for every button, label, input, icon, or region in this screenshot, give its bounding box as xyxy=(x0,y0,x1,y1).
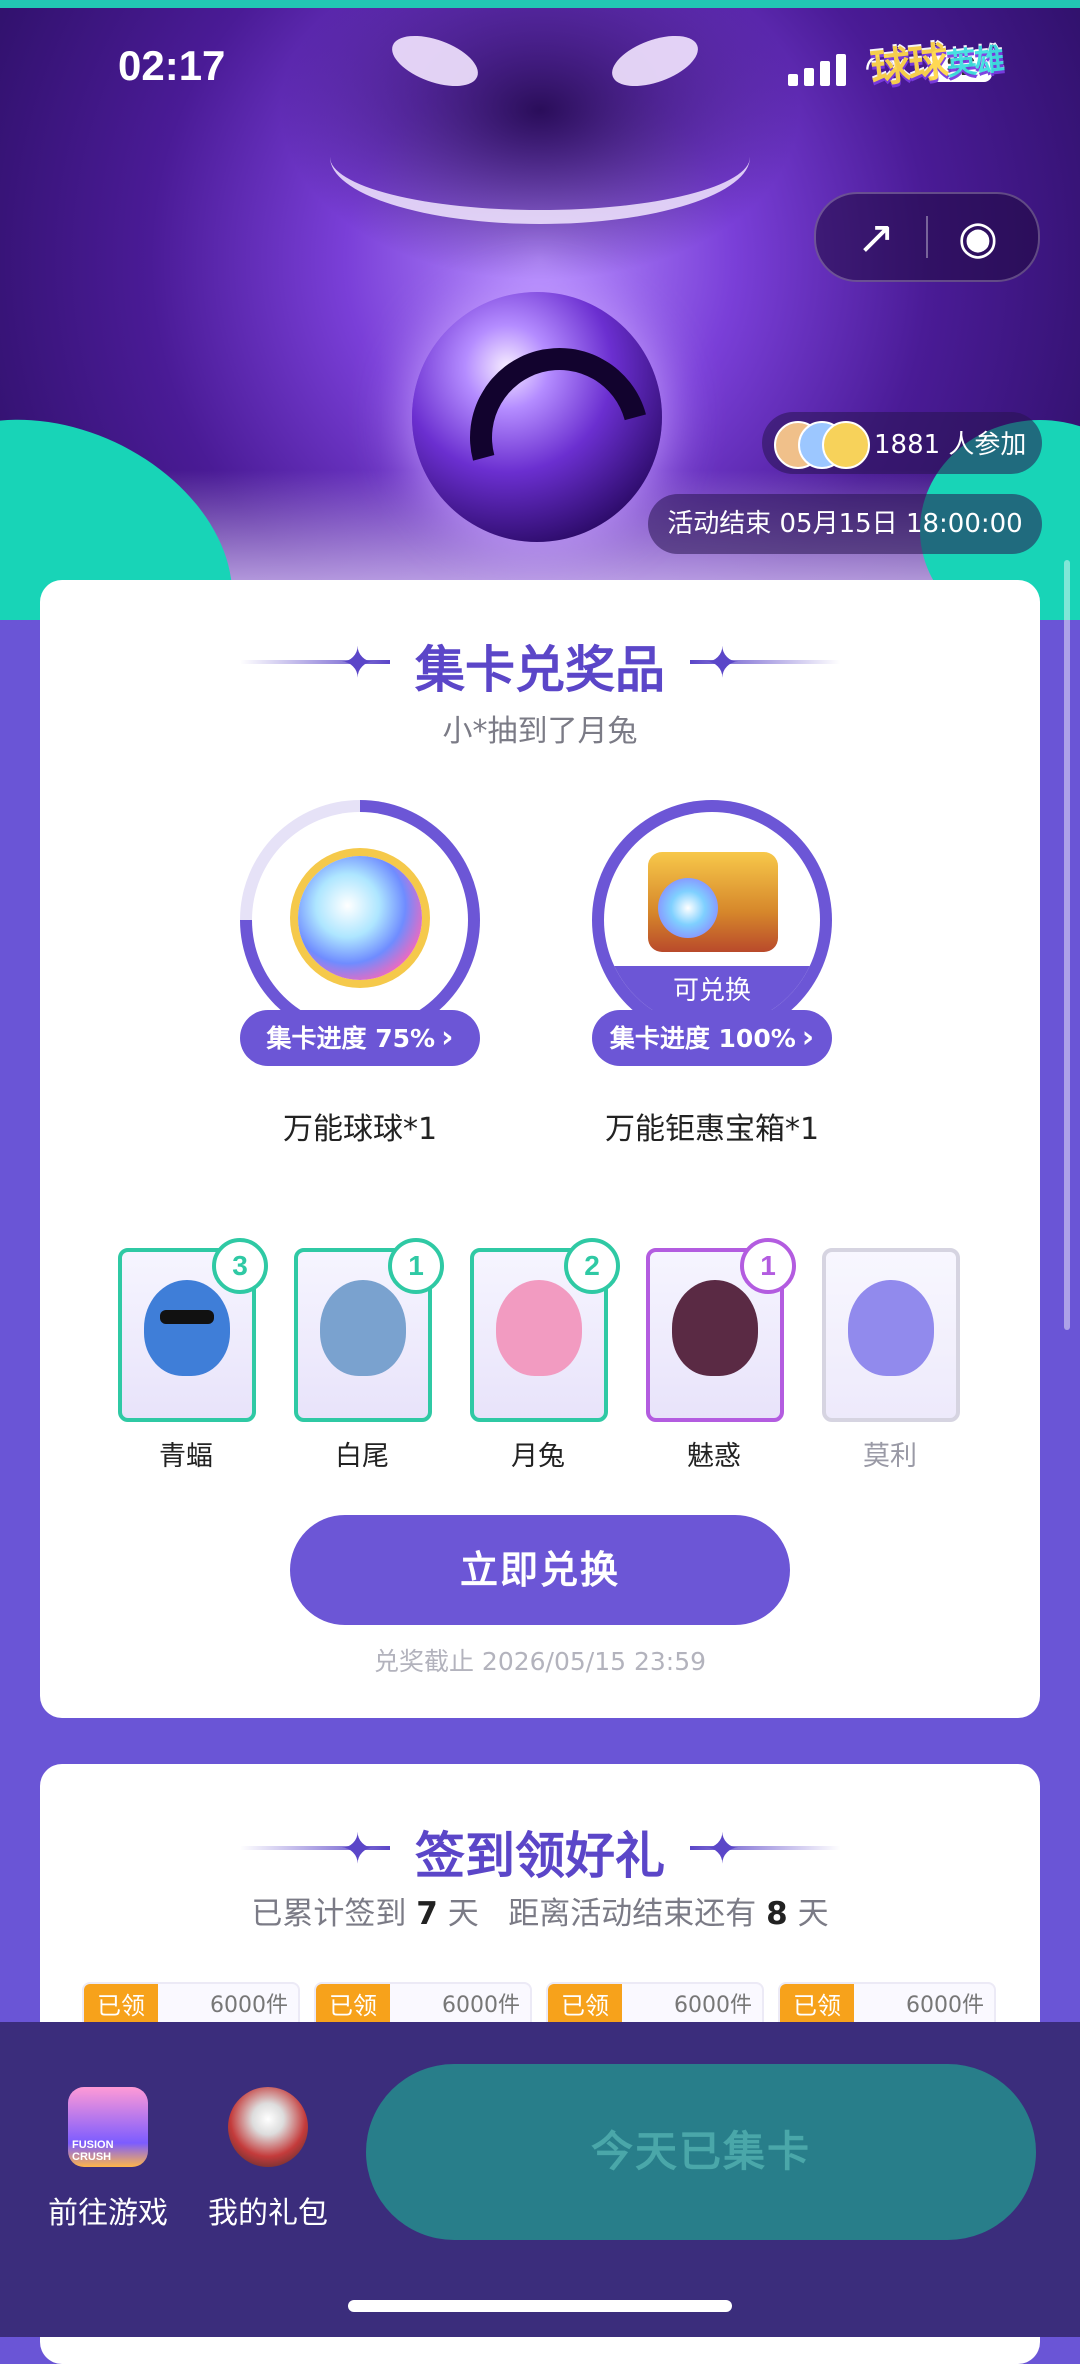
prize-image-frame xyxy=(252,812,468,1028)
card-name: 青蝠 xyxy=(159,1441,213,1472)
card-count-badge: 2 xyxy=(564,1238,620,1294)
activity-end-time: 活动结束 05月15日 18:00:00 xyxy=(648,494,1042,554)
go-to-game-button[interactable]: FUSION CRUSH 前往游戏 xyxy=(38,2062,178,2231)
signin-summary: 已累计签到 7 天 距离活动结束还有 8 天 xyxy=(40,1888,1040,1933)
card-name: 白尾 xyxy=(335,1441,389,1472)
card-count-badge: 3 xyxy=(212,1238,268,1294)
redeem-now-button[interactable]: 立即兑换 xyxy=(290,1515,790,1625)
ghost-eye-right xyxy=(605,25,705,97)
card-item[interactable]: 1 白尾 xyxy=(294,1238,444,1478)
moli-character-icon xyxy=(848,1280,934,1376)
participants-badge: 1881 人参加 xyxy=(762,412,1042,474)
bottom-action-bar: FUSION CRUSH 前往游戏 我的礼包 今天已集卡 xyxy=(0,2022,1080,2337)
prize-item[interactable]: 集卡进度 75% › 万能球球*1 xyxy=(240,800,540,1180)
my-gift-button[interactable]: 我的礼包 xyxy=(198,2062,338,2231)
section-title: 签到领好礼 xyxy=(415,1827,665,1885)
card-count-badge: 1 xyxy=(740,1238,796,1294)
mini-program-capsule: ↗ ◉ xyxy=(814,192,1040,282)
go-game-label: 前往游戏 xyxy=(48,2196,168,2231)
game-icon-text: FUSION CRUSH xyxy=(72,2139,114,2163)
my-gift-label: 我的礼包 xyxy=(208,2196,328,2231)
card-item[interactable]: 3 青蝠 xyxy=(118,1238,268,1478)
section-title-row: ✦ 集卡兑奖品 ✦ xyxy=(40,632,1040,699)
treasure-chest-icon xyxy=(648,852,778,952)
summary-suffix: 天 xyxy=(787,1896,829,1932)
gift-avatar-icon xyxy=(228,2087,308,2167)
days-signed: 7 xyxy=(416,1896,438,1932)
chevron-right-icon: › xyxy=(801,1020,815,1055)
card-count-badge: 1 xyxy=(388,1238,444,1294)
section-title-row: ✦ 签到领好礼 ✦ xyxy=(40,1818,1040,1885)
progress-pill[interactable]: 集卡进度 75% › xyxy=(240,1010,480,1066)
top-accent-line xyxy=(0,0,1080,8)
collect-card-panel: ✦ 集卡兑奖品 ✦ 小*抽到了月兔 集卡进度 75% › 万能球球*1 可兑换 集… xyxy=(40,580,1040,1718)
card-name: 月兔 xyxy=(511,1441,565,1472)
collected-today-button[interactable]: 今天已集卡 xyxy=(366,2064,1036,2240)
capsule-divider xyxy=(926,216,928,258)
card-mask xyxy=(160,1310,214,1324)
ghost-eye-left xyxy=(385,25,485,97)
prize-name: 万能钜惠宝箱*1 xyxy=(604,1112,820,1147)
chevron-right-icon: › xyxy=(441,1020,454,1055)
card-item[interactable]: 2 月兔 xyxy=(470,1238,620,1478)
days-left: 8 xyxy=(766,1896,788,1932)
collected-cards-row: 3 青蝠 1 白尾 2 月兔 1 魅惑 莫利 xyxy=(40,1238,1040,1478)
card-frame xyxy=(822,1248,960,1422)
avatar xyxy=(822,421,870,469)
wolf-character-icon xyxy=(320,1280,406,1376)
progress-label: 集卡进度 100% xyxy=(609,1024,796,1053)
card-item[interactable]: 莫利 xyxy=(822,1248,960,1478)
prize-item[interactable]: 可兑换 集卡进度 100% › 万能钜惠宝箱*1 xyxy=(592,800,892,1180)
game-logo: 球球英雄 xyxy=(868,39,1005,93)
summary-prefix: 已累计签到 xyxy=(251,1896,417,1932)
redeem-deadline: 兑奖截止 2026/05/15 23:59 xyxy=(373,1647,707,1676)
bat-character-icon xyxy=(144,1280,230,1376)
card-item[interactable]: 1 魅惑 xyxy=(646,1238,796,1478)
share-icon[interactable]: ↗ xyxy=(846,207,906,267)
prize-name: 万能球球*1 xyxy=(282,1112,438,1147)
winner-ticker: 小*抽到了月兔 xyxy=(442,714,638,749)
ghost-smile xyxy=(330,90,750,224)
card-name: 莫利 xyxy=(863,1441,917,1472)
status-time: 02:17 xyxy=(118,42,226,89)
title-decor-line xyxy=(690,660,840,664)
progress-label: 集卡进度 75% xyxy=(266,1024,436,1053)
section-title: 集卡兑奖品 xyxy=(415,641,665,699)
rabbit-character-icon xyxy=(496,1280,582,1376)
close-target-icon[interactable]: ◉ xyxy=(948,207,1008,267)
progress-pill[interactable]: 集卡进度 100% › xyxy=(592,1010,832,1066)
game-app-icon: FUSION CRUSH xyxy=(68,2087,148,2167)
scrollbar[interactable] xyxy=(1064,560,1070,1330)
prize-image-frame: 可兑换 xyxy=(604,812,820,1028)
home-indicator xyxy=(348,2300,732,2312)
title-decor-line xyxy=(690,1846,840,1850)
card-name: 魅惑 xyxy=(687,1441,741,1472)
universal-ball-icon xyxy=(298,856,422,980)
cat-character-icon xyxy=(672,1280,758,1376)
signal-icon xyxy=(788,52,848,86)
summary-mid: 天 距离活动结束还有 xyxy=(437,1896,767,1932)
participants-count: 1881 人参加 xyxy=(874,430,1027,460)
hero-banner: 02:17 ◠ 82 球球英雄 ↗ ◉ 1881 人参加 活动结束 05月15日… xyxy=(0,0,1080,620)
